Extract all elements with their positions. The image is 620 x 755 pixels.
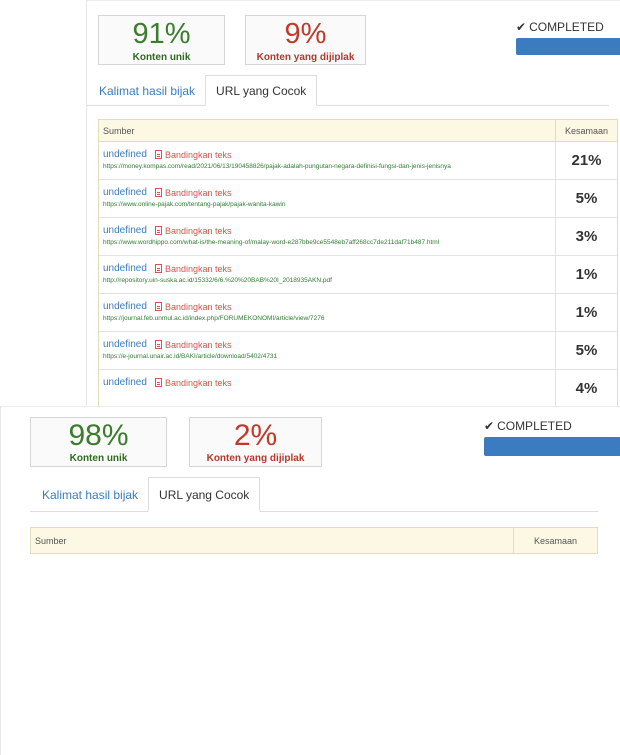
- source-cell: undefined Bandingkan teks https://money.ko…: [99, 142, 555, 179]
- column-similarity: Kesamaan: [555, 120, 617, 141]
- source-line: undefined Bandingkan teks: [103, 187, 555, 198]
- compare-text-link[interactable]: Bandingkan teks: [165, 150, 232, 160]
- compare-text-link[interactable]: Bandingkan teks: [165, 264, 232, 274]
- source-url[interactable]: https://e-journal.unair.ac.id/BAKI/artic…: [103, 353, 555, 360]
- table-row: undefined Bandingkan teks https://e-journa…: [99, 332, 617, 370]
- status-text: COMPLETED: [497, 419, 572, 433]
- source-cell: undefined Bandingkan teks https://journal.…: [99, 294, 555, 331]
- source-cell: undefined Bandingkan teks http://repositor…: [99, 256, 555, 293]
- plagiarized-percent: 2%: [233, 419, 278, 452]
- column-source: Sumber: [35, 535, 67, 546]
- column-similarity: Kesamaan: [513, 528, 597, 553]
- source-line: undefined Bandingkan teks: [103, 149, 555, 160]
- document-icon: [154, 150, 162, 159]
- source-cell: undefined Bandingkan teks https://e-journa…: [99, 332, 555, 369]
- source-name[interactable]: undefined: [103, 339, 147, 350]
- unique-content-box: 98% Konten unik: [30, 417, 167, 467]
- result-panel-1: 91% Konten unik 9% Konten yang dijiplak …: [86, 0, 620, 415]
- table-body: undefined Bandingkan teks https://money.ko…: [99, 142, 617, 408]
- source-url[interactable]: https://www.online-pajak.com/tentang-paj…: [103, 201, 555, 208]
- compare-text-link[interactable]: Bandingkan teks: [165, 378, 232, 388]
- source-name[interactable]: undefined: [103, 225, 147, 236]
- unique-percent: 91%: [132, 18, 191, 50]
- source-name[interactable]: undefined: [103, 301, 147, 312]
- source-name[interactable]: undefined: [103, 377, 147, 388]
- result-panel-2: 98% Konten unik 2% Konten yang dijiplak …: [0, 406, 620, 755]
- result-tabs: Kalimat hasil bijak URL yang Cocok: [30, 477, 598, 512]
- source-line: undefined Bandingkan teks: [103, 225, 555, 236]
- status-text: COMPLETED: [529, 20, 604, 34]
- similarity-value: 3%: [555, 218, 617, 255]
- similarity-value: 4%: [555, 370, 617, 407]
- plagiarized-content-box: 9% Konten yang dijiplak: [245, 15, 366, 65]
- progress-bar: [484, 437, 620, 456]
- table-row: undefined Bandingkan teks https://www.word…: [99, 218, 617, 256]
- column-source: Sumber: [103, 125, 135, 136]
- unique-label: Konten unik: [132, 52, 191, 63]
- compare-text-link[interactable]: Bandingkan teks: [165, 302, 232, 312]
- check-icon: ✔: [484, 419, 495, 433]
- progress-bar: [516, 38, 620, 55]
- tab-sentences[interactable]: Kalimat hasil bijak: [89, 75, 205, 106]
- source-line: undefined Bandingkan teks: [103, 263, 555, 274]
- table-row: undefined Bandingkan teks http://repositor…: [99, 256, 617, 294]
- table-header: Sumber Kesamaan: [31, 528, 597, 554]
- sources-table: Sumber Kesamaan: [30, 527, 598, 554]
- document-icon: [154, 226, 162, 235]
- source-line: undefined Bandingkan teks: [103, 377, 555, 388]
- source-line: undefined Bandingkan teks: [103, 301, 555, 312]
- unique-label: Konten unik: [69, 453, 128, 464]
- similarity-value: 5%: [555, 332, 617, 369]
- source-url[interactable]: http://repository.uin-suska.ac.id/15332/…: [103, 277, 555, 284]
- tab-matching-urls[interactable]: URL yang Cocok: [148, 477, 261, 512]
- unique-percent: 98%: [68, 419, 129, 452]
- source-cell: undefined Bandingkan teks https://www.onli…: [99, 180, 555, 217]
- result-tabs: Kalimat hasil bijak URL yang Cocok: [87, 75, 609, 106]
- status-completed: ✔ COMPLETED: [516, 20, 604, 34]
- document-icon: [154, 340, 162, 349]
- table-row: undefined Bandingkan teks https://money.ko…: [99, 142, 617, 180]
- check-icon: ✔: [516, 20, 527, 34]
- source-url[interactable]: https://journal.feb.unmul.ac.id/index.ph…: [103, 315, 555, 322]
- unique-content-box: 91% Konten unik: [98, 15, 225, 65]
- similarity-value: 1%: [555, 294, 617, 331]
- compare-text-link[interactable]: Bandingkan teks: [165, 340, 232, 350]
- table-row: undefined Bandingkan teks 4%: [99, 370, 617, 408]
- table-row: undefined Bandingkan teks https://www.onli…: [99, 180, 617, 218]
- compare-text-link[interactable]: Bandingkan teks: [165, 226, 232, 236]
- document-icon: [154, 264, 162, 273]
- source-cell: undefined Bandingkan teks: [99, 370, 555, 407]
- document-icon: [154, 188, 162, 197]
- similarity-value: 5%: [555, 180, 617, 217]
- plagiarized-percent: 9%: [284, 18, 327, 50]
- sources-table: Sumber Kesamaan undefined Bandingkan teks…: [98, 119, 618, 408]
- source-name[interactable]: undefined: [103, 187, 147, 198]
- plagiarized-content-box: 2% Konten yang dijiplak: [189, 417, 322, 467]
- tab-sentences[interactable]: Kalimat hasil bijak: [32, 477, 148, 512]
- source-url[interactable]: https://www.wordhippo.com/what-is/the-me…: [103, 239, 555, 246]
- document-icon: [154, 302, 162, 311]
- plagiarized-label: Konten yang dijiplak: [256, 52, 355, 63]
- compare-text-link[interactable]: Bandingkan teks: [165, 188, 232, 198]
- source-name[interactable]: undefined: [103, 263, 147, 274]
- table-header: Sumber Kesamaan: [99, 120, 617, 142]
- similarity-value: 1%: [555, 256, 617, 293]
- plagiarized-label: Konten yang dijiplak: [206, 453, 305, 464]
- tab-matching-urls[interactable]: URL yang Cocok: [205, 75, 318, 106]
- source-line: undefined Bandingkan teks: [103, 339, 555, 350]
- source-url[interactable]: https://money.kompas.com/read/2021/06/13…: [103, 163, 555, 170]
- similarity-value: 21%: [555, 142, 617, 179]
- source-name[interactable]: undefined: [103, 149, 147, 160]
- source-cell: undefined Bandingkan teks https://www.word…: [99, 218, 555, 255]
- document-icon: [154, 378, 162, 387]
- status-completed: ✔ COMPLETED: [484, 419, 572, 433]
- table-row: undefined Bandingkan teks https://journal.…: [99, 294, 617, 332]
